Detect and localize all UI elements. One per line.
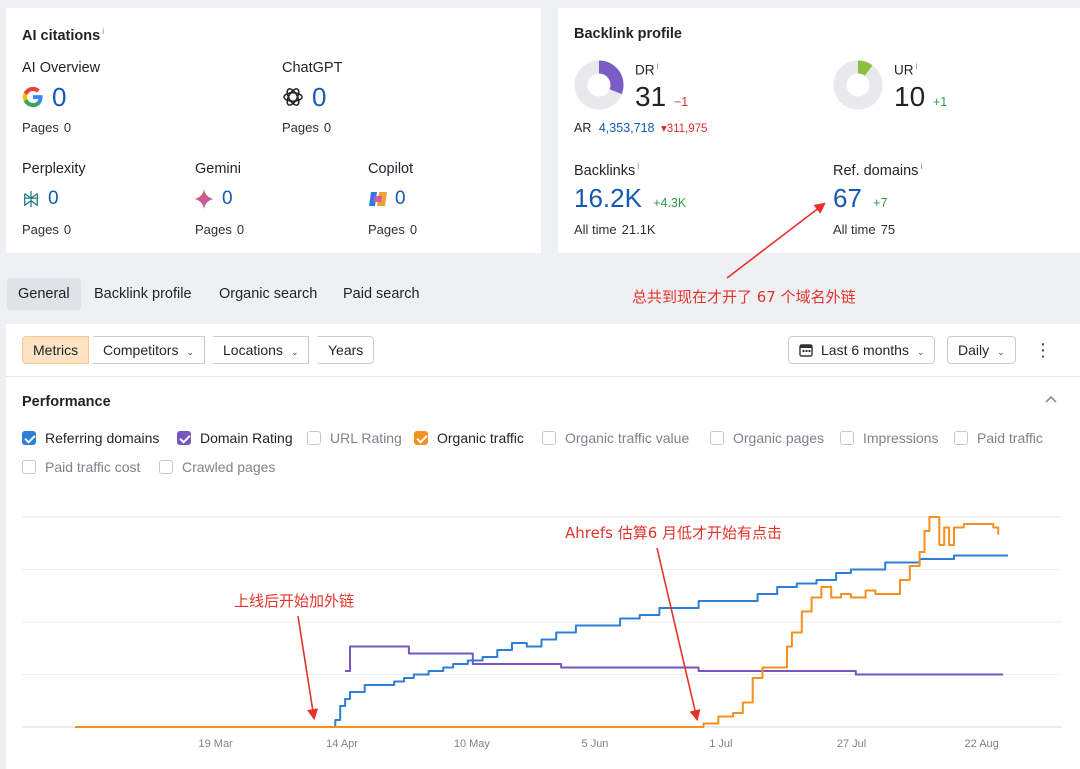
info-icon[interactable]: i [920, 161, 922, 171]
chatgpt-label: ChatGPT [282, 60, 343, 76]
checkbox-crawled-pages[interactable]: Crawled pages [159, 458, 275, 476]
toolbar-divider [6, 376, 1080, 377]
copilot-label: Copilot [368, 161, 414, 177]
ar-delta: ▾311,975 [660, 123, 708, 135]
tab-general[interactable]: General [7, 278, 81, 310]
chevron-down-icon: ⌄ [186, 347, 195, 357]
ai-overview-count[interactable]: 0 [52, 82, 66, 113]
tab-organic-search[interactable]: Organic search [208, 278, 328, 310]
performance-title: Performance [22, 394, 111, 410]
dr-delta: −1 [673, 95, 689, 109]
ur-value[interactable]: 10 +1 [894, 81, 947, 113]
checkbox-organic-pages[interactable]: Organic pages [710, 429, 824, 447]
dr-label: DR i [635, 61, 659, 78]
info-icon[interactable]: i [102, 26, 104, 36]
perplexity-label: Perplexity [22, 161, 86, 177]
gemini-label: Gemini [195, 161, 241, 177]
info-icon[interactable]: i [657, 61, 659, 71]
chatgpt-icon [283, 88, 303, 106]
ai-overview-label: AI Overview [22, 60, 101, 76]
chevron-down-icon: ⌄ [290, 347, 299, 357]
ai-citations-title: AI citations i [22, 26, 105, 44]
x-tick-label: 22 Aug [965, 738, 999, 750]
ref-domains-label: Ref. domains i [833, 161, 923, 179]
ar-value[interactable]: 4,353,718 [599, 121, 655, 135]
tab-backlink-profile[interactable]: Backlink profile [83, 278, 203, 310]
ref-domains-value[interactable]: 67 +7 [833, 183, 887, 214]
date-range-dropdown[interactable]: Last 6 months ⌄ [788, 336, 936, 364]
dr-donut-gauge [574, 60, 624, 110]
chevron-down-icon: ⌄ [997, 347, 1005, 357]
years-button[interactable]: Years [318, 336, 375, 364]
collapse-chevron-up-icon[interactable] [1043, 392, 1059, 408]
x-tick-label: 1 Jul [709, 738, 732, 750]
chatgpt-pages: Pages 0 [282, 120, 332, 135]
annotation-ref-domains: 总共到现在才开了 67 个域名外链 [632, 288, 856, 306]
checkbox-paid-traffic-cost[interactable]: Paid traffic cost [22, 458, 140, 476]
checkbox-url-rating[interactable]: URL Rating [307, 429, 402, 447]
calendar-icon [799, 344, 813, 357]
gemini-icon [194, 189, 214, 209]
copilot-count[interactable]: 0 [395, 188, 406, 210]
ur-donut-gauge [833, 60, 883, 110]
backlinks-value[interactable]: 16.2K +4.3K [574, 183, 686, 214]
backlink-profile-title: Backlink profile [574, 26, 682, 42]
chevron-down-icon: ⌄ [916, 347, 925, 357]
backlinks-alltime: All time 21.1K [574, 222, 656, 237]
info-icon[interactable]: i [637, 161, 639, 171]
dr-value[interactable]: 31 −1 [635, 81, 688, 113]
chart-x-ticks: 19 Mar 14 Apr 10 May 5 Jun 1 Jul 27 Jul 22 Aug [198, 738, 998, 750]
checkbox-impressions[interactable]: Impressions [840, 429, 938, 447]
google-icon [22, 86, 43, 108]
backlinks-delta: +4.3K [653, 196, 687, 210]
tab-paid-search[interactable]: Paid search [332, 278, 431, 310]
copilot-icon [369, 192, 387, 206]
checkbox-organic-traffic-value[interactable]: Organic traffic value [542, 429, 689, 447]
gemini-count[interactable]: 0 [222, 188, 233, 210]
metrics-button[interactable]: Metrics [22, 336, 90, 364]
gemini-pages: Pages 0 [195, 222, 245, 237]
x-tick-label: 27 Jul [837, 738, 866, 750]
checkbox-paid-traffic[interactable]: Paid traffic [954, 429, 1043, 447]
competitors-dropdown[interactable]: Competitors ⌄ [93, 336, 206, 364]
series-line-referring-domains[interactable] [75, 554, 1008, 728]
ai-citations-card: AI citations i AI Overview 0 Pages 0 ChatG… [6, 8, 541, 253]
copilot-pages: Pages 0 [368, 222, 418, 237]
perplexity-pages: Pages 0 [22, 222, 72, 237]
annotation-traffic: Ahrefs 估算6 月低才开始有点击 [565, 524, 783, 542]
ar-row: AR 4,353,718 ▾311,975 [574, 121, 708, 135]
x-tick-label: 14 Apr [326, 738, 358, 750]
perplexity-count[interactable]: 0 [48, 188, 59, 210]
annotation-launch: 上线后开始加外链 [234, 592, 355, 610]
x-tick-label: 19 Mar [198, 738, 233, 750]
checkbox-referring-domains[interactable]: Referring domains [22, 429, 159, 447]
checkbox-domain-rating[interactable]: Domain Rating [177, 429, 293, 447]
info-icon[interactable]: i [916, 61, 918, 71]
interval-dropdown[interactable]: Daily ⌄ [947, 336, 1016, 364]
x-tick-label: 10 May [454, 738, 491, 750]
backlink-profile-card: Backlink profile DR i 31 −1 AR 4,353,718 … [558, 8, 1080, 253]
backlinks-label: Backlinks i [574, 161, 640, 179]
more-options-icon[interactable]: ⋮ [1034, 339, 1052, 361]
checkbox-organic-traffic[interactable]: Organic traffic [414, 429, 524, 447]
locations-dropdown[interactable]: Locations ⌄ [213, 336, 310, 364]
perplexity-icon [24, 190, 38, 208]
x-tick-label: 5 Jun [582, 738, 609, 750]
ref-domains-alltime: All time 75 [833, 222, 896, 237]
ref-domains-delta: +7 [873, 196, 888, 210]
chart-grid [22, 516, 1062, 728]
chatgpt-count[interactable]: 0 [312, 82, 326, 113]
ur-delta: +1 [932, 95, 948, 109]
performance-chart[interactable]: 19 Mar 14 Apr 10 May 5 Jun 1 Jul 27 Jul 22 Aug [0, 500, 1080, 760]
ur-label: UR i [894, 61, 918, 78]
ai-overview-pages: Pages 0 [22, 120, 72, 135]
